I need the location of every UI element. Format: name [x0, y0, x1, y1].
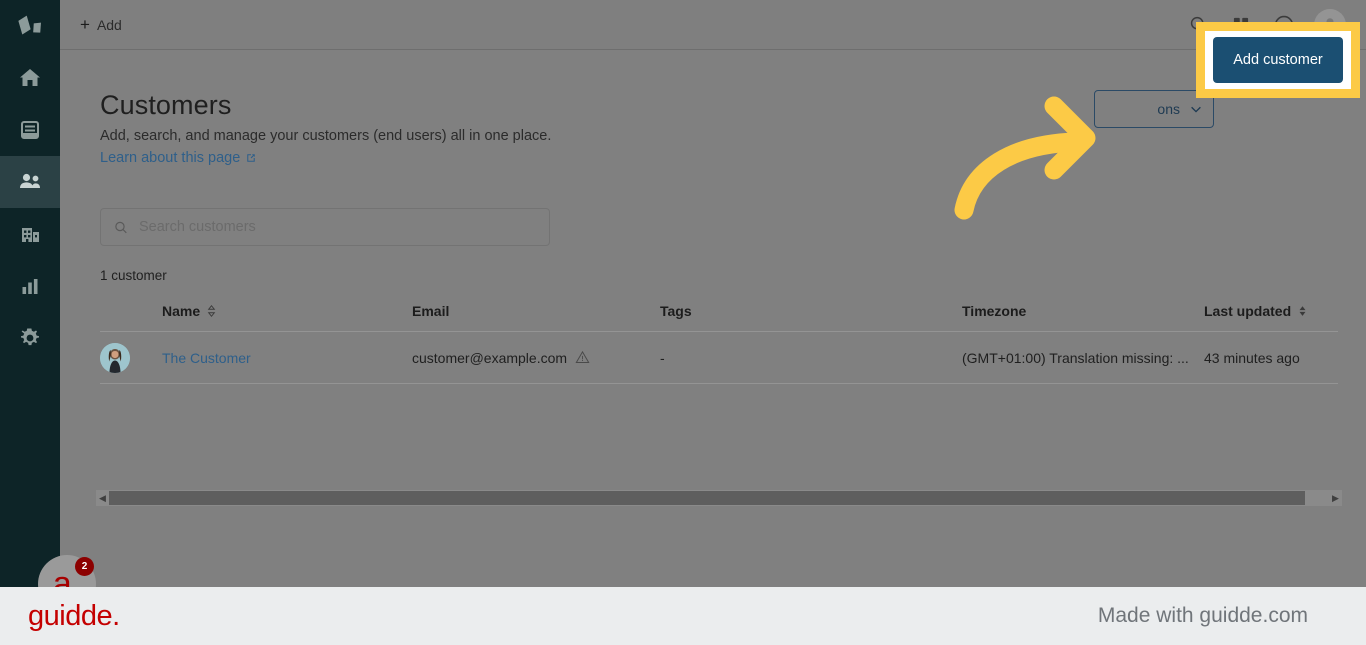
search-input[interactable]	[139, 219, 537, 235]
sort-filled-icon	[1297, 304, 1308, 318]
sidebar-item-home[interactable]	[0, 52, 60, 104]
add-button[interactable]: + Add	[74, 11, 128, 38]
scrollbar-track[interactable]	[109, 491, 1329, 505]
search-customers-box[interactable]	[100, 208, 550, 246]
made-with-guidde-label: Made with guidde.com	[1098, 604, 1308, 628]
sidebar-item-settings[interactable]	[0, 312, 60, 364]
row-tags-cell: -	[660, 350, 962, 366]
plus-icon: +	[80, 16, 90, 33]
column-header-tags[interactable]: Tags	[660, 303, 962, 319]
column-header-last-updated[interactable]: Last updated	[1204, 303, 1338, 319]
home-icon	[18, 66, 42, 90]
column-header-email[interactable]: Email	[412, 303, 660, 319]
scroll-right-arrow-icon[interactable]: ▶	[1329, 490, 1342, 506]
zendesk-logo[interactable]	[0, 0, 60, 52]
customer-name-link[interactable]: The Customer	[162, 350, 251, 366]
sidebar-item-reporting[interactable]	[0, 260, 60, 312]
bulk-actions-label: ons	[1157, 101, 1180, 117]
main-content: Customers Add, search, and manage your c…	[60, 50, 1366, 645]
search-icon	[113, 219, 129, 236]
customer-avatar	[100, 343, 130, 373]
people-icon	[17, 169, 43, 195]
gear-icon	[18, 326, 42, 350]
column-header-name[interactable]: Name	[162, 303, 412, 319]
chevron-down-icon	[1189, 102, 1203, 116]
column-header-timezone-label: Timezone	[962, 303, 1026, 319]
sidebar-item-views[interactable]	[0, 104, 60, 156]
customer-count-label: 1 customer	[100, 268, 167, 283]
column-header-email-label: Email	[412, 303, 449, 319]
sidebar-item-customers[interactable]	[0, 156, 60, 208]
guidde-badge-count: 2	[75, 557, 94, 576]
add-button-label: Add	[97, 17, 122, 33]
row-timezone-cell: (GMT+01:00) Translation missing: ...	[962, 350, 1204, 366]
scroll-left-arrow-icon[interactable]: ◀	[96, 490, 109, 506]
column-header-name-label: Name	[162, 303, 200, 319]
highlight-inner-frame: Add customer	[1205, 31, 1351, 89]
bar-chart-icon	[18, 274, 42, 298]
column-header-tags-label: Tags	[660, 303, 692, 319]
row-avatar-cell	[100, 343, 162, 373]
app-root: + Add ?	[0, 0, 1366, 645]
customers-table: Name Email Tags Timezone Last updated	[100, 290, 1338, 384]
row-name-cell: The Customer	[162, 350, 412, 366]
scrollbar-thumb[interactable]	[109, 491, 1305, 505]
sort-updown-icon	[206, 304, 217, 318]
building-icon	[18, 222, 42, 246]
row-email-cell: customer@example.com	[412, 350, 660, 366]
external-link-icon	[245, 152, 257, 164]
table-header-row: Name Email Tags Timezone Last updated	[100, 290, 1338, 332]
page-subtitle: Add, search, and manage your customers (…	[100, 128, 551, 144]
guidde-logo-text: guidde.	[28, 600, 120, 633]
footer-bar: guidde. Made with guidde.com	[0, 587, 1366, 645]
learn-about-page-link[interactable]: Learn about this page	[100, 150, 257, 166]
warning-triangle-icon[interactable]	[575, 350, 590, 365]
page-title: Customers	[100, 90, 231, 121]
horizontal-scrollbar[interactable]: ◀ ▶	[96, 490, 1342, 506]
yellow-highlight-box: Add customer	[1196, 22, 1360, 98]
sidebar-item-organizations[interactable]	[0, 208, 60, 260]
table-row[interactable]: The Customer customer@example.com - (GMT…	[100, 332, 1338, 384]
learn-link-label: Learn about this page	[100, 150, 240, 166]
column-header-last-updated-label: Last updated	[1204, 303, 1291, 319]
left-sidebar	[0, 0, 60, 645]
row-last-updated-cell: 43 minutes ago	[1204, 350, 1338, 366]
top-bar: + Add ?	[60, 0, 1366, 50]
add-customer-button[interactable]: Add customer	[1213, 37, 1343, 83]
column-header-timezone[interactable]: Timezone	[962, 303, 1204, 319]
views-icon	[18, 118, 42, 142]
customer-email-text: customer@example.com	[412, 350, 567, 366]
